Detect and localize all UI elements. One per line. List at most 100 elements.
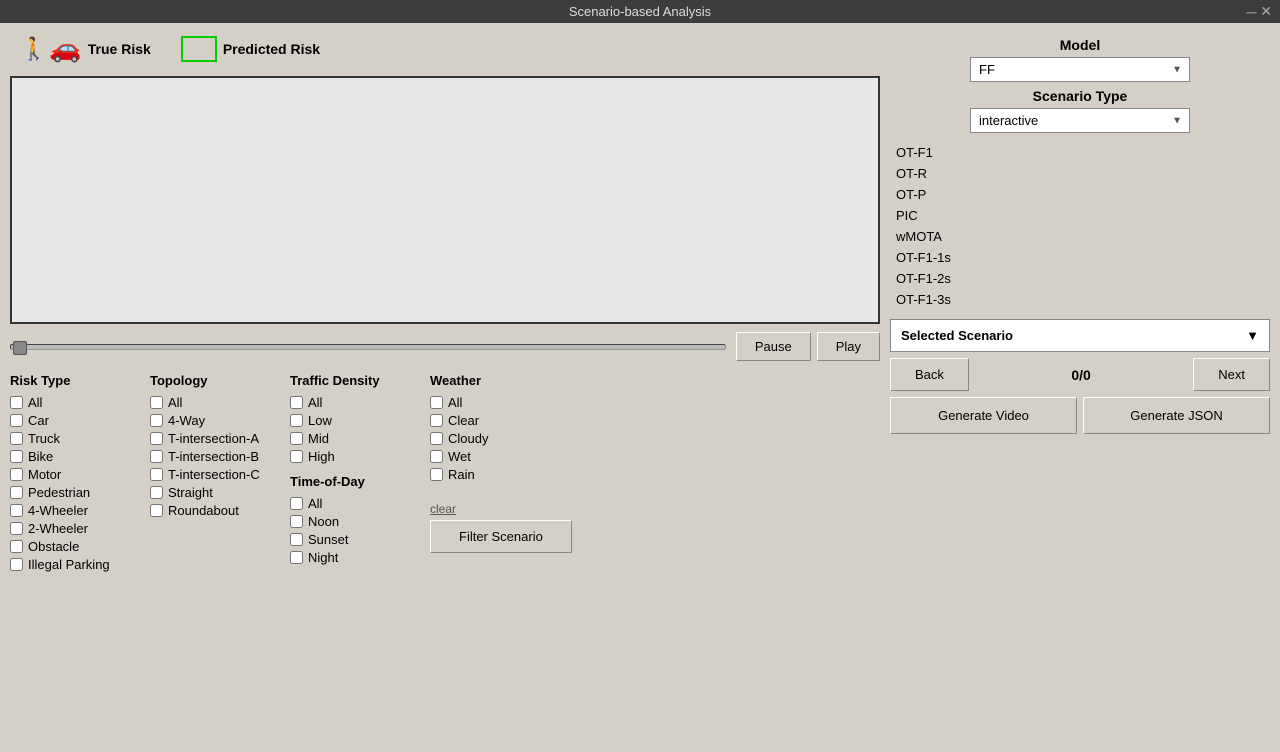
metric-ot-f1-2s: OT-F1-2s: [890, 269, 1270, 288]
w-wet: Wet: [430, 449, 572, 464]
topo-4way: 4-Way: [150, 413, 270, 428]
model-select[interactable]: FF LSTM GRU: [970, 57, 1190, 82]
topo-t-a-check[interactable]: [150, 432, 163, 445]
model-section: Model FF LSTM GRU: [890, 37, 1270, 82]
w-cloudy-check[interactable]: [430, 432, 443, 445]
topo-straight-check[interactable]: [150, 486, 163, 499]
legend-row: 🚶 🚗 True Risk Predicted Risk: [10, 33, 880, 68]
topo-all-check[interactable]: [150, 396, 163, 409]
risk-4wheeler: 4-Wheeler: [10, 503, 130, 518]
true-risk-icons: 🚶 🚗: [20, 33, 82, 64]
risk-pedestrian-check[interactable]: [10, 486, 23, 499]
topo-4way-check[interactable]: [150, 414, 163, 427]
metric-wmota: wMOTA: [890, 227, 1270, 246]
model-label: Model: [1060, 37, 1100, 53]
back-button[interactable]: Back: [890, 358, 969, 391]
scenario-type-select[interactable]: interactive non-interactive: [970, 108, 1190, 133]
risk-truck: Truck: [10, 431, 130, 446]
generate-video-button[interactable]: Generate Video: [890, 397, 1077, 434]
true-risk-label: True Risk: [88, 41, 151, 57]
w-rain: Rain: [430, 467, 572, 482]
model-select-wrapper: FF LSTM GRU: [970, 57, 1190, 82]
nav-row: Back 0/0 Next: [890, 358, 1270, 391]
metric-ot-f1-1s: OT-F1-1s: [890, 248, 1270, 267]
metric-ot-p: OT-P: [890, 185, 1270, 204]
topo-t-c: T-intersection-C: [150, 467, 270, 482]
tod-all-check[interactable]: [290, 497, 303, 510]
next-button[interactable]: Next: [1193, 358, 1270, 391]
td-low: Low: [290, 413, 410, 428]
w-clear-check[interactable]: [430, 414, 443, 427]
topo-roundabout-check[interactable]: [150, 504, 163, 517]
risk-type-title: Risk Type: [10, 373, 130, 388]
risk-obstacle-check[interactable]: [10, 540, 23, 553]
dropdown-arrow-icon: ▼: [1246, 328, 1259, 343]
page-count: 0/0: [975, 367, 1187, 383]
topo-t-b-check[interactable]: [150, 450, 163, 463]
td-mid: Mid: [290, 431, 410, 446]
tod-sunset-check[interactable]: [290, 533, 303, 546]
risk-4wheeler-check[interactable]: [10, 504, 23, 517]
left-panel: 🚶 🚗 True Risk Predicted Risk Pause Play: [10, 33, 880, 747]
w-all: All: [430, 395, 572, 410]
predicted-risk-box: [181, 36, 217, 62]
traffic-density-title: Traffic Density: [290, 373, 410, 388]
slider-thumb[interactable]: [13, 341, 27, 355]
tod-noon-check[interactable]: [290, 515, 303, 528]
action-row: Generate Video Generate JSON: [890, 397, 1270, 434]
clear-button[interactable]: clear: [430, 502, 460, 516]
w-all-check[interactable]: [430, 396, 443, 409]
td-all-check[interactable]: [290, 396, 303, 409]
risk-motor-check[interactable]: [10, 468, 23, 481]
td-all: All: [290, 395, 410, 410]
risk-2wheeler-check[interactable]: [10, 522, 23, 535]
w-rain-check[interactable]: [430, 468, 443, 481]
topology-title: Topology: [150, 373, 270, 388]
traffic-density-filter: Traffic Density All Low Mid High: [290, 373, 410, 464]
scenario-type-label: Scenario Type: [1033, 88, 1128, 104]
minimize-button[interactable]: ─: [1246, 3, 1256, 20]
w-cloudy: Cloudy: [430, 431, 572, 446]
risk-bike-check[interactable]: [10, 450, 23, 463]
risk-truck-check[interactable]: [10, 432, 23, 445]
pause-button[interactable]: Pause: [736, 332, 811, 361]
slider-row: Pause Play: [10, 332, 880, 361]
td-high-check[interactable]: [290, 450, 303, 463]
risk-2wheeler: 2-Wheeler: [10, 521, 130, 536]
td-low-check[interactable]: [290, 414, 303, 427]
risk-all-check[interactable]: [10, 396, 23, 409]
generate-json-button[interactable]: Generate JSON: [1083, 397, 1270, 434]
metrics-list: OT-F1 OT-R OT-P PIC wMOTA OT-F1-1s OT-F1…: [890, 139, 1270, 313]
tod-night: Night: [290, 550, 410, 565]
tod-night-check[interactable]: [290, 551, 303, 564]
risk-car-check[interactable]: [10, 414, 23, 427]
title-bar: Scenario-based Analysis ─ ✕: [0, 0, 1280, 23]
filter-scenario-button[interactable]: Filter Scenario: [430, 520, 572, 553]
metric-ot-f1: OT-F1: [890, 143, 1270, 162]
risk-bike: Bike: [10, 449, 130, 464]
play-button[interactable]: Play: [817, 332, 880, 361]
risk-motor: Motor: [10, 467, 130, 482]
w-clear: Clear: [430, 413, 572, 428]
topo-t-a: T-intersection-A: [150, 431, 270, 446]
risk-illegal-check[interactable]: [10, 558, 23, 571]
metric-pic: PIC: [890, 206, 1270, 225]
visualization-canvas: [10, 76, 880, 324]
w-wet-check[interactable]: [430, 450, 443, 463]
td-mid-check[interactable]: [290, 432, 303, 445]
scenario-type-select-wrapper: interactive non-interactive: [970, 108, 1190, 133]
selected-scenario-dropdown[interactable]: Selected Scenario ▼: [890, 319, 1270, 352]
filters-row: Risk Type All Car Truck Bike Motor Pedes…: [10, 369, 880, 576]
weather-filter: Weather All Clear Cloudy Wet Rain: [430, 373, 572, 482]
time-of-day-filter: Time-of-Day All Noon Sunset Night: [290, 474, 410, 565]
playback-slider[interactable]: [10, 344, 726, 350]
pedestrian-icon: 🚶: [20, 36, 47, 62]
td-high: High: [290, 449, 410, 464]
predicted-risk-label: Predicted Risk: [223, 41, 320, 57]
weather-title: Weather: [430, 373, 572, 388]
selected-scenario-label: Selected Scenario: [901, 328, 1013, 343]
close-button[interactable]: ✕: [1260, 3, 1272, 20]
topo-t-c-check[interactable]: [150, 468, 163, 481]
topology-filter: Topology All 4-Way T-intersection-A T-in…: [150, 373, 270, 572]
risk-car: Car: [10, 413, 130, 428]
